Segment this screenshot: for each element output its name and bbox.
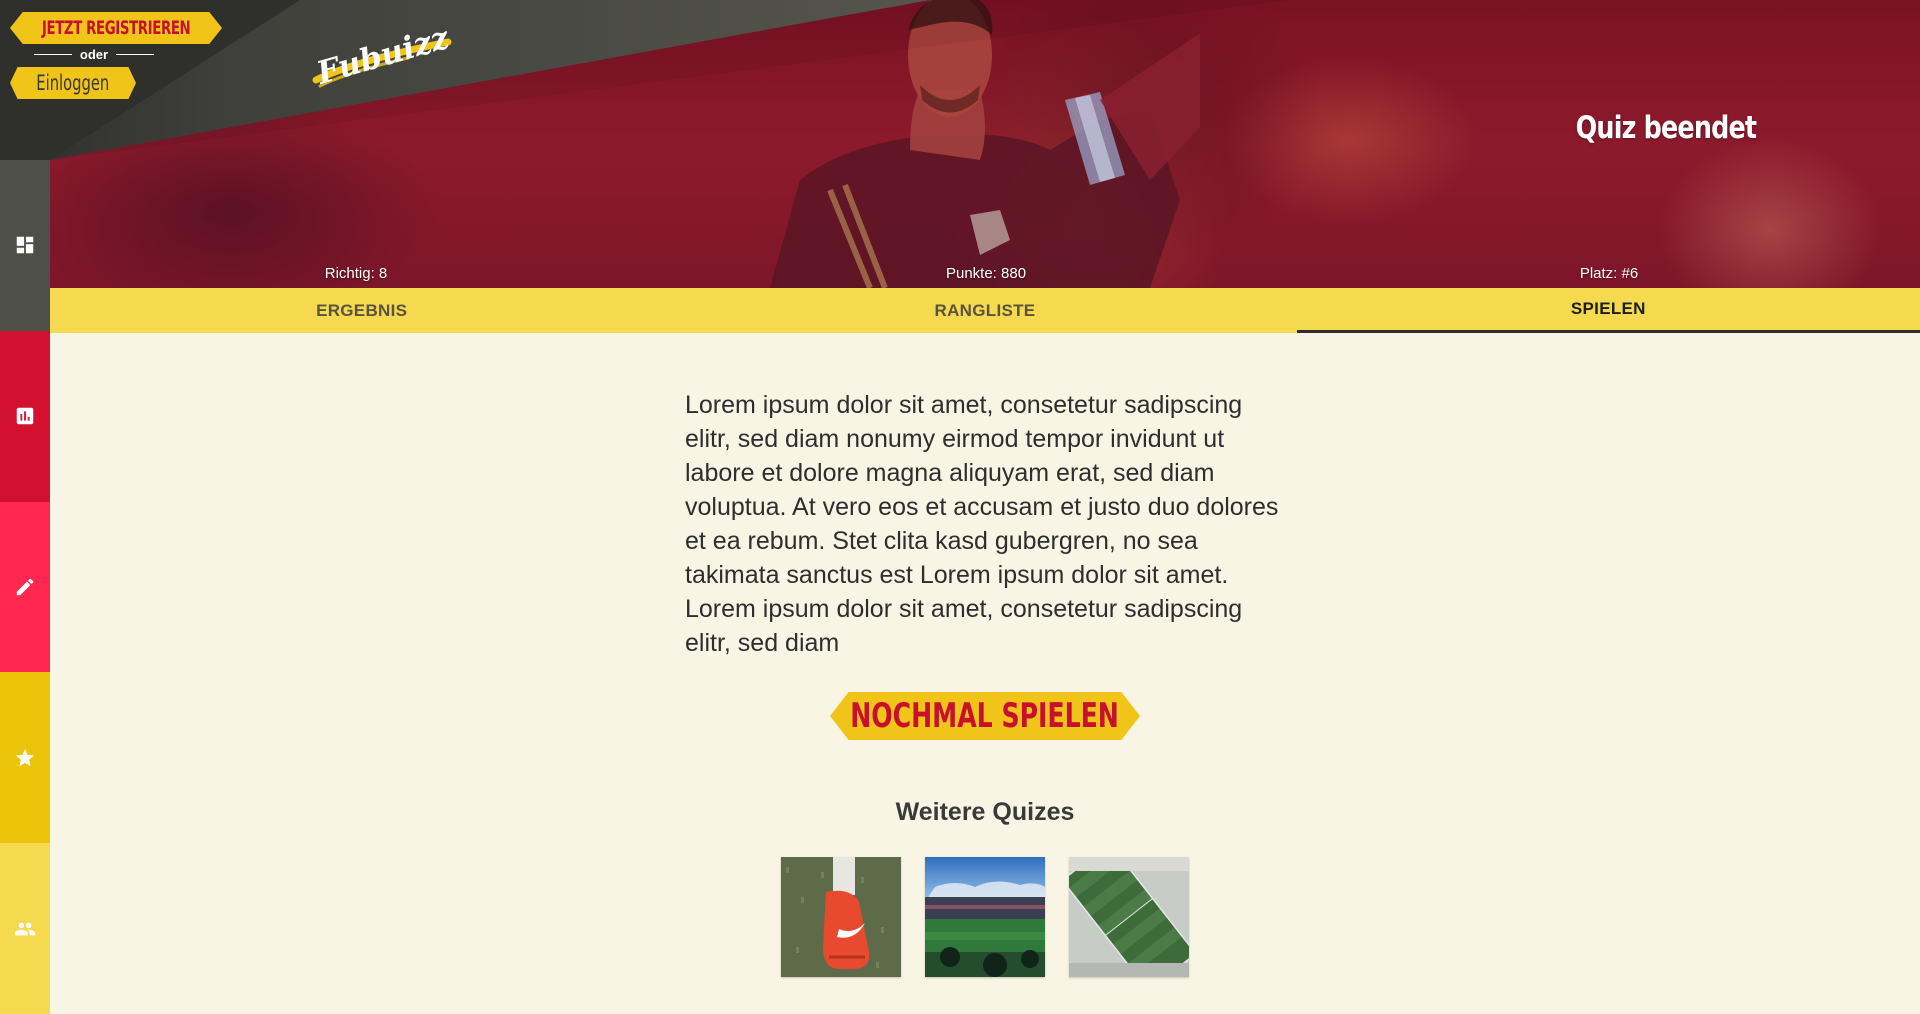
or-separator: oder [34, 45, 154, 63]
correct-count: Richtig: 8 [324, 265, 388, 282]
quiz-thumbnail-stadium[interactable] [925, 857, 1045, 977]
quiz-thumbnail-pitch[interactable] [1069, 857, 1189, 977]
result-tabs: ERGEBNIS RANGLISTE SPIELEN [50, 288, 1920, 333]
more-quizzes-title: Weitere Quizes [895, 798, 1075, 826]
login-button[interactable]: Einloggen [10, 67, 136, 99]
quiz-thumbnail-boot[interactable] [781, 857, 901, 977]
points-count: Punkte: 880 [945, 265, 1027, 282]
pencil-icon [16, 578, 34, 596]
tab-result[interactable]: ERGEBNIS [50, 288, 673, 333]
play-again-button[interactable]: NOCHMAL SPIELEN [830, 692, 1140, 740]
logo-text: Fubuizz [312, 20, 453, 92]
aerial-pitch-thumbnail [1069, 857, 1189, 977]
tab-play[interactable]: SPIELEN [1296, 288, 1920, 333]
or-label: oder [79, 46, 109, 62]
people-icon [14, 922, 36, 935]
rank-position: Platz: #6 [1579, 265, 1639, 282]
login-label: Einloggen [36, 71, 110, 95]
register-label: JETZT REGISTRIEREN [41, 17, 191, 39]
bar-chart-icon [16, 407, 34, 425]
sidebar-item-community[interactable] [0, 843, 50, 1014]
sidebar-item-create[interactable] [0, 501, 50, 673]
stadium-crowd-thumbnail [925, 857, 1045, 977]
dashboard-icon [16, 237, 34, 254]
football-boot-thumbnail [781, 857, 901, 977]
quiz-status-title: Quiz beendet [1575, 110, 1756, 146]
sidebar-nav [0, 160, 50, 1014]
play-again-label: NOCHMAL SPIELEN [850, 696, 1120, 736]
sidebar-item-dashboard[interactable] [0, 160, 50, 331]
fubuizz-logo[interactable]: Fubuizz [298, 20, 453, 95]
star-icon [15, 748, 35, 767]
more-quizzes-heading: Weitere Quizes [0, 798, 1920, 827]
more-quizzes-list [781, 857, 1189, 977]
register-button[interactable]: JETZT REGISTRIEREN [10, 12, 222, 44]
sidebar-item-statistics[interactable] [0, 330, 50, 502]
tab-leaderboard[interactable]: RANGLISTE [673, 288, 1296, 333]
quiz-description: Lorem ipsum dolor sit amet, consetetur s… [685, 391, 1279, 657]
